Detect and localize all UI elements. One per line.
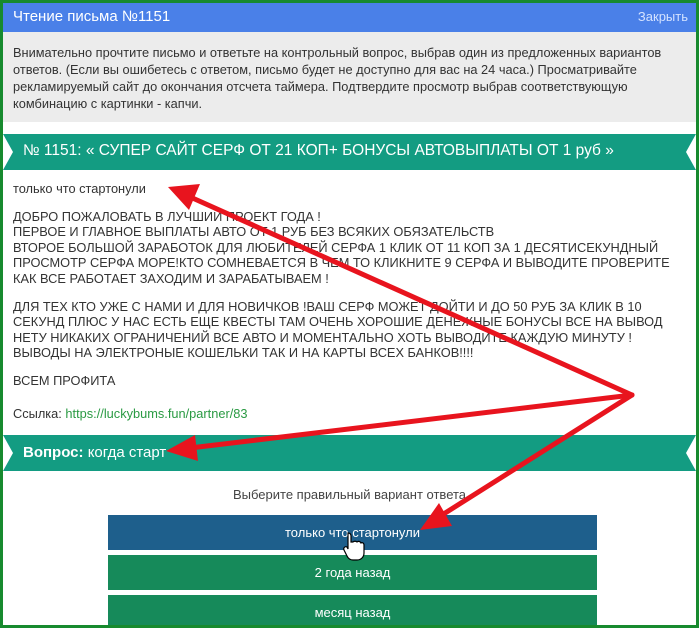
window-title: Чтение письма №1151 xyxy=(13,8,171,25)
letter-link[interactable]: https://luckybums.fun/partner/83 xyxy=(65,406,247,421)
question: Вопрос: когда старт xyxy=(23,444,166,461)
subject-ribbon: № 1151: « СУПЕР САЙТ СЕРФ ОТ 21 КОП+ БОН… xyxy=(3,134,696,170)
letter-line: ДЛЯ ТЕХ КТО УЖЕ С НАМИ И ДЛЯ НОВИЧКОВ !В… xyxy=(13,298,642,314)
answers-prompt: Выберите правильный вариант ответа xyxy=(232,487,467,502)
letter-line: ПЕРВОЕ И ГЛАВНОЕ ВЫПЛАТЫ АВТО ОТ 1 РУБ Б… xyxy=(13,224,495,240)
letter-line: ВСЕМ ПРОФИТА xyxy=(13,372,116,388)
letter-line: ДОБРО ПОЖАЛОВАТЬ В ЛУЧШИЙ ПРОЕКТ ГОДА ! xyxy=(13,208,321,224)
letter-window: Чтение письма №1151 Закрыть Внимательно … xyxy=(0,0,699,628)
question-ribbon: Вопрос: когда старт xyxy=(3,435,696,471)
letter-line: СЕКУНД ПЛЮС У НАС ЕСТЬ ЕЩЕ КВЕСТЫ ТАМ ОЧ… xyxy=(13,314,663,330)
question-text: когда старт xyxy=(87,444,167,461)
answer-option-3[interactable]: месяц назад xyxy=(108,595,597,625)
instructions-notice: Внимательно прочтите письмо и ответьте н… xyxy=(3,32,696,122)
letter-line: ПРОСМОТР СЕРФА МОРЕ!КТО СОМНЕВАЕТСЯ В ЧЕ… xyxy=(13,255,670,271)
letter-line: НЕТУ НИКАКИХ ОГРАНИЧЕНИЙ ВСЕ АВТО И МОМЕ… xyxy=(13,329,632,345)
window-titlebar: Чтение письма №1151 Закрыть xyxy=(3,3,696,32)
letter-subject: № 1151: « СУПЕР САЙТ СЕРФ ОТ 21 КОП+ БОН… xyxy=(23,142,614,159)
letter-line: ВЫВОДЫ НА ЭЛЕКТРОНЫЕ КОШЕЛЬКИ ТАК И НА К… xyxy=(13,345,474,361)
letter-line: КАК ВСЕ РАБОТАЕТ ЗАХОДИМ И ЗАРАБАТЫВАЕМ … xyxy=(13,270,329,286)
letter-line: только что стартонули xyxy=(13,181,146,196)
question-label: Вопрос: xyxy=(23,444,84,461)
letter-line: ВТОРОЕ БОЛЬШОЙ ЗАРАБОТОК ДЛЯ ЛЮБИТЕЛЕЙ С… xyxy=(13,239,659,255)
letter-link-row: Ссылка: https://luckybums.fun/partner/83 xyxy=(13,406,248,421)
close-link[interactable]: Закрыть xyxy=(638,9,688,24)
link-label: Ссылка: xyxy=(13,406,62,421)
answer-option-1[interactable]: только что стартонули xyxy=(108,515,597,550)
answer-option-2[interactable]: 2 года назад xyxy=(108,555,597,590)
letter-body: только что стартонули ДОБРО ПОЖАЛОВАТЬ В… xyxy=(13,181,683,389)
